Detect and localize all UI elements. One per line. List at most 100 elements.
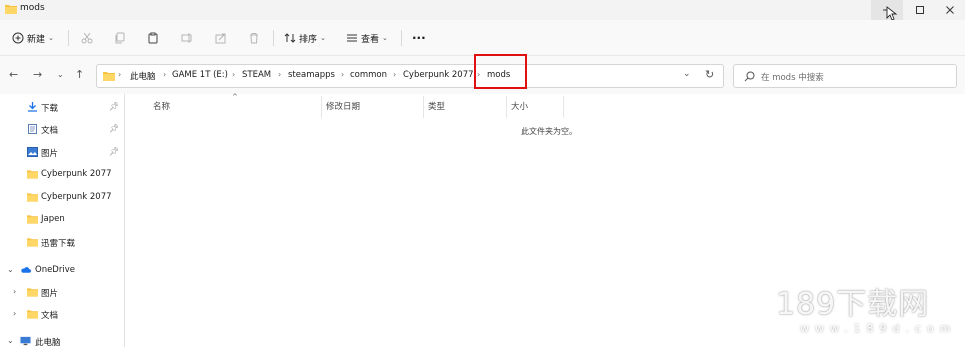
breadcrumb-cyberpunk-2077[interactable]: Cyberpunk 2077 xyxy=(403,70,474,80)
folder-icon xyxy=(27,288,38,297)
column-header-type[interactable]: 类型 xyxy=(428,100,445,112)
breadcrumb-steamapps[interactable]: steamapps xyxy=(288,70,335,80)
search-box[interactable]: 在 mods 中搜索 xyxy=(733,64,957,88)
clipboard-icon xyxy=(148,32,158,44)
navigation-pane: 下载 📌︎ 文档 📌︎ 图片 📌︎ Cyberpunk 2077 Cyberpu… xyxy=(0,94,125,350)
breadcrumb-separator: › xyxy=(393,70,397,79)
sort-label: 排序 xyxy=(299,34,318,45)
maximize-icon xyxy=(916,6,924,14)
breadcrumb-game-drive[interactable]: GAME 1T (E:) xyxy=(172,70,228,80)
empty-folder-message: 此文件夹为空。 xyxy=(521,127,577,136)
sidebar-item-cyberpunk-2077[interactable]: Cyberpunk 2077 xyxy=(0,190,124,206)
sidebar-item-label: 文档 xyxy=(41,311,59,321)
rename-icon xyxy=(181,33,192,43)
close-icon xyxy=(946,6,954,14)
column-header-date-modified[interactable]: 修改日期 xyxy=(326,100,360,112)
scissors-icon xyxy=(81,32,93,44)
new-button[interactable]: 新建 ⌄ xyxy=(12,29,54,47)
sidebar-item-label: 此电脑 xyxy=(35,338,61,348)
folder-icon xyxy=(27,310,38,319)
sidebar-item-onedrive[interactable]: ⌄ OneDrive xyxy=(0,263,124,279)
folder-icon xyxy=(27,170,38,179)
address-history-chevron-icon[interactable]: ⌄ xyxy=(683,69,691,79)
search-placeholder: 在 mods 中搜索 xyxy=(761,73,824,83)
cut-button[interactable] xyxy=(81,29,93,47)
more-options-button[interactable]: ··· xyxy=(412,29,426,47)
breadcrumb-separator: › xyxy=(163,70,167,79)
sidebar-item-label: Japen xyxy=(41,214,65,224)
sidebar-item-label: OneDrive xyxy=(35,265,75,275)
recent-chevron-icon[interactable]: ⌄ xyxy=(57,70,64,79)
cloud-icon xyxy=(21,267,31,273)
folder-icon xyxy=(103,72,115,81)
sort-icon xyxy=(284,33,296,43)
annotation-highlight-box xyxy=(474,54,527,89)
address-bar[interactable]: › 此电脑 › GAME 1T (E:) › STEAM › steamapps… xyxy=(96,64,724,88)
folder-icon xyxy=(27,238,38,247)
pin-icon: 📌︎ xyxy=(109,102,120,111)
up-arrow-icon[interactable]: ↑ xyxy=(75,68,84,81)
sort-button[interactable]: 排序 ⌄ xyxy=(284,29,326,47)
sidebar-item-xunlei-downloads[interactable]: 迅雷下载 xyxy=(0,235,124,251)
sidebar-item-label: 下载 xyxy=(41,104,59,114)
column-header-size[interactable]: 大小 xyxy=(511,100,528,112)
chevron-down-icon[interactable]: ⌄ xyxy=(7,265,14,274)
chevron-down-icon[interactable]: ⌄ xyxy=(7,336,14,345)
maximize-button[interactable] xyxy=(904,0,936,20)
delete-button[interactable] xyxy=(248,29,260,47)
new-label: 新建 xyxy=(27,34,46,45)
chevron-right-icon[interactable]: › xyxy=(13,309,16,318)
toolbar-divider xyxy=(273,30,274,46)
rename-button[interactable] xyxy=(181,29,193,47)
sidebar-item-label: 迅雷下载 xyxy=(41,239,76,249)
view-button[interactable]: 查看 ⌄ xyxy=(346,29,388,47)
share-button[interactable] xyxy=(215,29,227,47)
picture-icon xyxy=(27,147,38,157)
document-icon xyxy=(28,124,37,134)
pin-icon: 📌︎ xyxy=(109,147,120,156)
sidebar-item-japen[interactable]: Japen xyxy=(0,212,124,228)
breadcrumb-separator: › xyxy=(232,70,236,79)
column-divider xyxy=(321,96,322,118)
breadcrumb-separator: › xyxy=(278,70,282,79)
sidebar-item-pictures[interactable]: 图片 📌︎ xyxy=(0,145,124,161)
chevron-down-icon: ⌄ xyxy=(320,34,326,42)
breadcrumb-common[interactable]: common xyxy=(350,70,387,80)
column-header-name[interactable]: 名称 xyxy=(153,100,170,112)
plus-circle-icon xyxy=(12,32,24,44)
chevron-right-icon[interactable]: › xyxy=(13,287,16,296)
chevron-down-icon: ⌄ xyxy=(382,34,388,42)
sidebar-item-documents[interactable]: 文档 📌︎ xyxy=(0,122,124,138)
refresh-icon[interactable]: ↻ xyxy=(705,68,714,81)
folder-icon xyxy=(27,215,38,224)
sidebar-item-this-pc[interactable]: ⌄ 此电脑 xyxy=(0,334,124,350)
sidebar-item-onedrive-documents[interactable]: › 文档 xyxy=(0,307,124,323)
computer-icon xyxy=(20,336,31,346)
toolbar-divider xyxy=(401,30,402,46)
view-label: 查看 xyxy=(361,34,380,45)
breadcrumb-this-pc[interactable]: 此电脑 xyxy=(130,70,156,82)
folder-icon xyxy=(5,5,17,14)
close-button[interactable] xyxy=(934,0,965,20)
watermark-text: 189下载网 xyxy=(776,287,930,322)
sidebar-item-onedrive-pictures[interactable]: › 图片 xyxy=(0,285,124,301)
column-divider xyxy=(506,96,507,118)
breadcrumb-separator: › xyxy=(118,70,122,79)
breadcrumb-separator: › xyxy=(341,70,345,79)
sidebar-item-label: 文档 xyxy=(41,126,59,136)
folder-icon xyxy=(27,193,38,202)
title-bar: mods xyxy=(0,0,965,21)
share-icon xyxy=(215,33,226,44)
sort-caret-icon: ^ xyxy=(232,93,238,101)
forward-arrow-icon[interactable]: → xyxy=(33,68,42,81)
back-arrow-icon[interactable]: ← xyxy=(9,68,18,81)
column-divider xyxy=(563,96,564,118)
breadcrumb-steam[interactable]: STEAM xyxy=(242,70,271,80)
sidebar-item-cyberpunk-2077[interactable]: Cyberpunk 2077 xyxy=(0,167,124,183)
copy-button[interactable] xyxy=(114,29,126,47)
paste-button[interactable] xyxy=(147,29,159,47)
sidebar-item-downloads[interactable]: 下载 📌︎ xyxy=(0,100,124,116)
search-icon xyxy=(744,71,755,82)
view-icon xyxy=(347,34,357,42)
download-icon xyxy=(28,102,37,112)
